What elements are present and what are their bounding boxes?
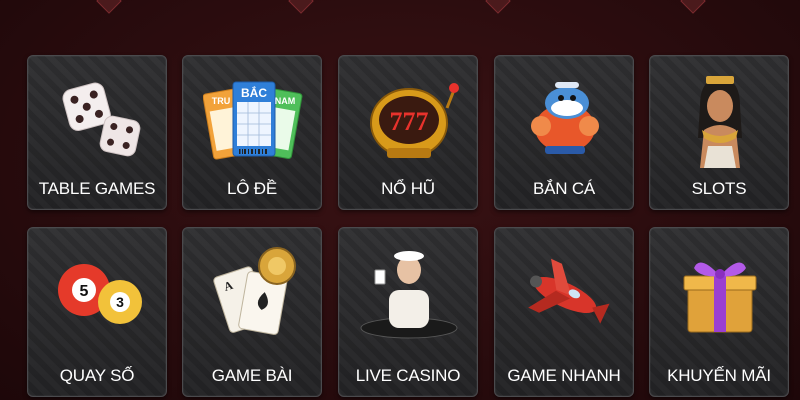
fish-shooter-icon	[531, 82, 599, 154]
ticket-label-bac: BẮC	[241, 85, 267, 100]
category-card-game-nhanh[interactable]: GAME NHANH	[494, 227, 634, 397]
category-card-quay-so[interactable]: 5 3 QUAY SỐ	[27, 227, 167, 397]
ticket-label-tru: TRU	[212, 96, 231, 106]
dice-icon	[62, 82, 141, 157]
ball-number-5: 5	[80, 283, 89, 300]
category-label: BẮN CÁ	[532, 179, 596, 198]
game-category-grid: TABLE GAMES TRU BẮC NAM LÔ ĐỀ 777 NỔ HŨ …	[27, 55, 789, 400]
category-label: TABLE GAMES	[38, 179, 156, 198]
lottery-tickets-icon: TRU BẮC NAM	[203, 81, 303, 160]
category-card-live-casino[interactable]: LIVE CASINO	[338, 227, 478, 397]
diamond-ornament-icon	[680, 0, 706, 14]
diamond-ornament-icon	[485, 0, 511, 14]
lottery-balls-icon: 5 3	[58, 264, 142, 324]
category-label: LIVE CASINO	[355, 366, 461, 385]
category-label: LÔ ĐỀ	[226, 179, 278, 198]
category-card-khuyen-mai[interactable]: KHUYẾN MÃI	[649, 227, 789, 397]
category-label: GAME BÀI	[211, 366, 293, 385]
diamond-ornament-icon	[96, 0, 122, 14]
cleopatra-icon	[698, 76, 742, 168]
category-card-ban-ca[interactable]: BẮN CÁ	[494, 55, 634, 210]
playing-cards-chip-icon: A	[213, 247, 296, 335]
category-label: KHUYẾN MÃI	[667, 366, 771, 385]
gift-box-icon	[683, 262, 757, 333]
ticket-label-nam: NAM	[275, 96, 296, 106]
top-ornament-strip	[0, 0, 800, 26]
category-card-slots[interactable]: SLOTS	[649, 55, 789, 210]
category-label: SLOTS	[691, 179, 747, 198]
category-card-lo-de[interactable]: TRU BẮC NAM LÔ ĐỀ	[182, 55, 322, 210]
diamond-ornament-icon	[288, 0, 314, 14]
slot-jackpot-777-icon: 777	[370, 83, 459, 158]
category-label: NỔ HŨ	[381, 179, 435, 198]
category-label: GAME NHANH	[507, 366, 621, 385]
ball-number-3: 3	[116, 294, 124, 310]
category-label: QUAY SỐ	[59, 366, 135, 385]
slot-reel-text: 777	[390, 107, 429, 136]
airplane-icon	[528, 258, 610, 324]
live-dealer-icon	[360, 251, 458, 339]
category-card-no-hu[interactable]: 777 NỔ HŨ	[338, 55, 478, 210]
category-card-game-bai[interactable]: A GAME BÀI	[182, 227, 322, 397]
category-card-table-games[interactable]: TABLE GAMES	[27, 55, 167, 210]
